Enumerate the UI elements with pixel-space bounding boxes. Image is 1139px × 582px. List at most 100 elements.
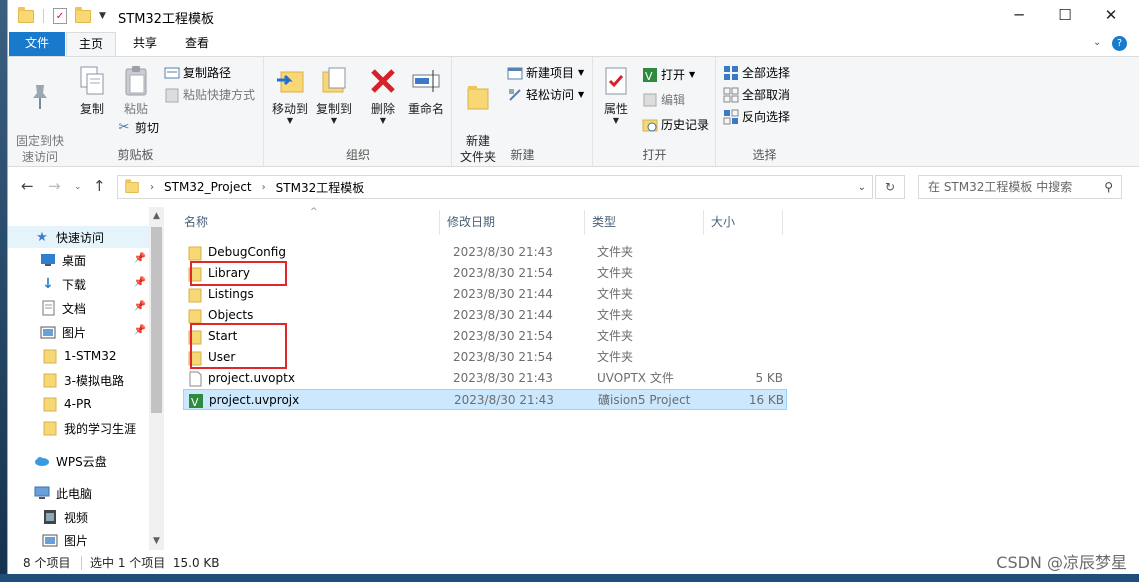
new-folder-icon[interactable] xyxy=(75,6,91,23)
file-size: 16 KB xyxy=(748,393,784,407)
watermark: CSDN @凉辰梦星 xyxy=(996,553,1127,572)
file-name-cell: Listings xyxy=(187,284,254,305)
breadcrumb-separator-icon: › xyxy=(261,181,266,193)
nav-item-downloads[interactable]: ↓ 下载 📌 xyxy=(8,273,148,295)
column-header-date[interactable]: 修改日期 xyxy=(441,210,585,235)
tab-view[interactable]: 查看 xyxy=(172,32,222,56)
easy-access-button[interactable]: 轻松访问 ▼ xyxy=(507,85,584,105)
forward-arrow-icon[interactable]: → xyxy=(48,177,61,195)
invert-selection-button[interactable]: 反向选择 xyxy=(723,107,790,127)
refresh-button[interactable]: ↻ xyxy=(875,175,905,199)
copy-path-icon xyxy=(164,65,180,81)
desktop-icon xyxy=(40,252,56,268)
tab-share[interactable]: 共享 xyxy=(120,32,170,56)
nav-wps-cloud[interactable]: WPS云盘 xyxy=(8,450,148,472)
up-arrow-icon[interactable]: ↑ xyxy=(93,177,106,195)
delete-button[interactable]: 删除 ▼ xyxy=(363,65,403,125)
nav-item-study[interactable]: 我的学习生涯 xyxy=(8,417,148,439)
rename-icon xyxy=(410,65,442,97)
column-header-size[interactable]: 大小 xyxy=(705,210,783,235)
scroll-up-icon[interactable]: ▲ xyxy=(149,211,164,221)
column-header-type[interactable]: 类型 xyxy=(586,210,704,235)
file-name-cell: DebugConfig xyxy=(187,242,286,263)
select-all-button[interactable]: 全部选择 xyxy=(723,63,790,83)
nav-scrollbar[interactable]: ▲ ▼ xyxy=(149,207,164,550)
svg-text:V: V xyxy=(191,396,199,409)
search-icon: ⚲ xyxy=(1104,180,1113,194)
file-row[interactable]: project.uvoptx 2023/8/30 21:43 UVOPTX 文件 5 … xyxy=(183,368,787,389)
copy-button[interactable]: 复制 xyxy=(72,65,112,117)
status-selection: 选中 1 个项目 15.0 KB xyxy=(90,556,220,570)
tab-file[interactable]: 文件 xyxy=(9,32,65,56)
nav-item-3-analog[interactable]: 3-模拟电路 xyxy=(8,369,148,391)
file-name: project.uvoptx xyxy=(208,371,295,385)
scrollbar-thumb[interactable] xyxy=(151,227,162,413)
move-to-icon xyxy=(274,65,306,97)
highlight-box-library xyxy=(190,261,287,286)
file-row[interactable]: Listings 2023/8/30 21:44 文件夹 xyxy=(183,284,787,305)
maximize-button[interactable]: ☐ xyxy=(1042,0,1088,30)
paste-shortcut-button[interactable]: 粘贴快捷方式 xyxy=(164,85,255,105)
open-group-label: 打开 xyxy=(642,148,667,162)
copy-path-button[interactable]: 复制路径 xyxy=(164,63,231,83)
properties-dropdown-icon: ▼ xyxy=(612,116,620,125)
open-button[interactable]: V 打开 ▼ xyxy=(642,65,695,85)
search-input[interactable]: 在 STM32工程模板 中搜索 ⚲ xyxy=(918,175,1122,199)
divider xyxy=(43,9,44,23)
move-to-dropdown-icon: ▼ xyxy=(286,116,294,125)
edit-button[interactable]: 编辑 xyxy=(642,90,685,110)
address-bar[interactable]: › STM32_Project › STM32工程模板 ⌄ xyxy=(117,175,873,199)
paste-icon xyxy=(120,65,152,97)
file-date: 2023/8/30 21:43 xyxy=(453,245,553,259)
cut-button[interactable]: ✂ 剪切 xyxy=(116,118,159,138)
help-icon[interactable]: ? xyxy=(1112,36,1127,51)
paste-shortcut-icon xyxy=(164,87,180,103)
back-arrow-icon[interactable]: ← xyxy=(21,177,34,195)
clipboard-group-label: 剪贴板 xyxy=(117,148,154,162)
nav-item-pc-pictures[interactable]: 图片 xyxy=(8,529,148,551)
new-item-button[interactable]: 新建项目 ▼ xyxy=(507,63,584,83)
column-header-name[interactable]: 名称 xyxy=(178,210,440,235)
history-button[interactable]: 历史记录 xyxy=(642,115,709,135)
minimize-button[interactable]: ─ xyxy=(996,0,1042,30)
move-to-button[interactable]: 移动到 ▼ xyxy=(269,65,311,125)
breadcrumb-stm32-project[interactable]: STM32_Project xyxy=(164,180,252,194)
pin-icon xyxy=(24,81,56,113)
nav-this-pc[interactable]: 此电脑 xyxy=(8,482,148,504)
picture-icon xyxy=(40,324,56,340)
collapse-ribbon-icon[interactable]: ⌄ xyxy=(1093,37,1101,48)
address-dropdown-icon[interactable]: ⌄ xyxy=(858,182,866,193)
nav-item-1-stm32[interactable]: 1-STM32 xyxy=(8,345,148,367)
select-none-button[interactable]: 全部取消 xyxy=(723,85,790,105)
close-button[interactable]: ✕ xyxy=(1088,0,1134,30)
nav-item-videos[interactable]: 视频 xyxy=(8,506,148,528)
file-row[interactable]: Vproject.uvprojx 2023/8/30 21:43 礦ision5 P… xyxy=(183,389,787,410)
properties-icon[interactable]: ✓ xyxy=(53,8,67,24)
tab-home[interactable]: 主页 xyxy=(66,32,116,56)
folder-icon xyxy=(187,287,203,303)
open-icon: V xyxy=(642,67,658,83)
divider xyxy=(81,556,82,570)
pin-icon: 📌 xyxy=(133,325,146,336)
folder-icon xyxy=(42,420,58,436)
customize-dropdown-icon[interactable]: ▼ xyxy=(99,11,106,21)
navigation-pane: ★ 快速访问 桌面 📌 ↓ 下载 📌 文档 📌 图片 📌 1-STM32 3-模… xyxy=(8,207,164,550)
paste-button[interactable]: 粘贴 xyxy=(116,65,156,117)
desktop-background xyxy=(0,0,7,582)
nav-item-documents[interactable]: 文档 📌 xyxy=(8,297,148,319)
breadcrumb-current-folder[interactable]: STM32工程模板 xyxy=(276,179,365,196)
search-placeholder: 在 STM32工程模板 中搜索 xyxy=(928,180,1073,194)
copy-to-button[interactable]: 复制到 ▼ xyxy=(313,65,355,125)
nav-quick-access[interactable]: ★ 快速访问 xyxy=(8,226,149,248)
file-name-cell: Vproject.uvprojx xyxy=(188,390,299,411)
nav-item-4-pr[interactable]: 4-PR xyxy=(8,393,148,415)
taskbar xyxy=(0,574,1139,582)
nav-item-pictures[interactable]: 图片 📌 xyxy=(8,321,148,343)
file-row[interactable]: DebugConfig 2023/8/30 21:43 文件夹 xyxy=(183,242,787,263)
rename-button[interactable]: 重命名 xyxy=(405,65,447,117)
scroll-down-icon[interactable]: ▼ xyxy=(149,536,164,546)
nav-item-desktop[interactable]: 桌面 📌 xyxy=(8,249,148,271)
recent-locations-icon[interactable]: ⌄ xyxy=(74,182,82,192)
properties-button[interactable]: 属性 ▼ xyxy=(598,65,634,125)
file-type: UVOPTX 文件 xyxy=(597,371,674,385)
